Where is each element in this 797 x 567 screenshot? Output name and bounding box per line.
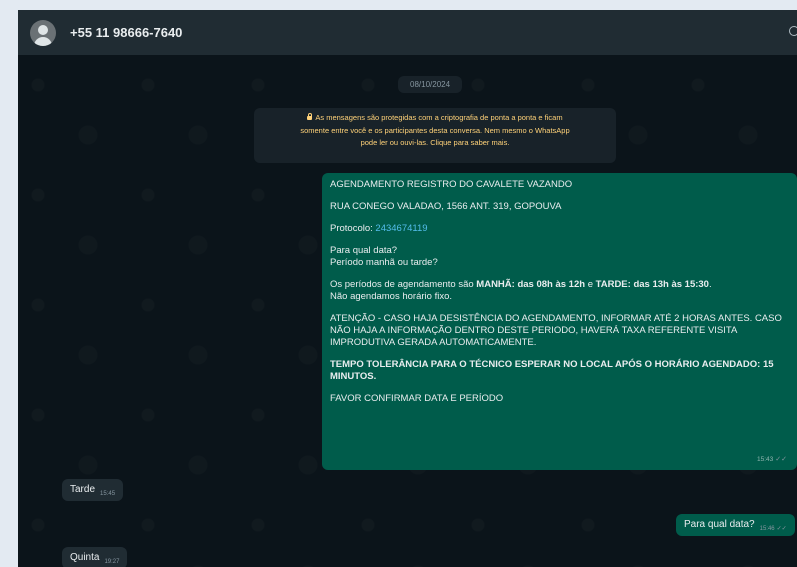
outgoing-message-date-question[interactable]: Para qual data? 15:46 ✓✓: [676, 514, 795, 536]
message-text: Tarde: [70, 484, 96, 495]
periods-prefix: Os períodos de agendamento são: [330, 279, 477, 290]
avatar[interactable]: [30, 19, 56, 46]
message-text: Quinta: [70, 552, 100, 563]
incoming-message-tarde[interactable]: Tarde 15:45: [62, 479, 124, 501]
read-receipt-icon: ✓✓: [775, 456, 787, 463]
date-separator: 08/10/2024: [398, 76, 463, 93]
periods-mid: e: [585, 279, 596, 290]
incoming-message-quinta[interactable]: Quinta 19:27: [62, 547, 128, 567]
encryption-line-1: As mensagens são protegidas com a cripto…: [315, 113, 563, 122]
protocol-label: Protocolo:: [330, 223, 376, 234]
question-date: Para qual data?: [330, 245, 398, 256]
periods-end: .: [708, 279, 712, 290]
message-timestamp: 19:27: [104, 559, 120, 565]
avatar-head-shape: [38, 24, 48, 35]
encryption-line-3: pode ler ou ouvi-las. Clique para saber …: [360, 138, 510, 147]
periods-morning: MANHÃ: das 08h às 12h: [476, 279, 586, 290]
message-list[interactable]: 08/10/2024 As mensagens são protegidas c…: [18, 55, 797, 567]
message-confirm: FAVOR CONFIRMAR DATA E PERÍODO: [330, 393, 504, 404]
protocol-number-link[interactable]: 2434674119: [375, 223, 427, 234]
search-icon[interactable]: [789, 26, 797, 36]
no-fixed-time: Não agendamos horário fixo.: [330, 291, 452, 302]
message-attention: ATENÇÃO - CASO HAJA DESISTÊNCIA DO AGEND…: [330, 313, 782, 348]
chat-window: +55 11 98666-7640 08/10/2024 As mensagen…: [18, 10, 797, 567]
encryption-notice[interactable]: As mensagens são protegidas com a cripto…: [254, 108, 616, 163]
message-tolerance: TEMPO TOLERÂNCIA PARA O TÉCNICO ESPERAR …: [330, 359, 774, 382]
message-timestamp: 15:46: [759, 526, 775, 532]
read-receipt-icon: ✓✓: [776, 526, 787, 532]
message-title: AGENDAMENTO REGISTRO DO CAVALETE VAZANDO: [330, 179, 573, 190]
message-protocol: Protocolo: 2434674119: [330, 223, 789, 235]
chat-header[interactable]: +55 11 98666-7640: [18, 10, 797, 55]
message-timestamp: 15:43 ✓✓: [757, 454, 787, 466]
message-address: RUA CONEGO VALADAO, 1566 ANT. 319, GOPOU…: [330, 201, 562, 212]
outgoing-message-scheduling[interactable]: AGENDAMENTO REGISTRO DO CAVALETE VAZANDO…: [322, 173, 797, 470]
contact-name[interactable]: +55 11 98666-7640: [70, 25, 182, 40]
message-timestamp: 15:45: [100, 491, 116, 497]
periods-afternoon: TARDE: das 13h às 15:30: [595, 279, 709, 290]
lock-icon: [307, 113, 313, 121]
timestamp-text: 15:43: [756, 456, 774, 463]
message-periods: Os períodos de agendamento são MANHÃ: da…: [330, 279, 789, 303]
encryption-line-2: somente entre você e os participantes de…: [300, 125, 570, 135]
question-period: Período manhã ou tarde?: [330, 257, 438, 268]
avatar-body-shape: [34, 36, 52, 46]
message-questions: Para qual data? Período manhã ou tarde?: [330, 245, 789, 269]
message-text: Para qual data?: [684, 519, 755, 530]
